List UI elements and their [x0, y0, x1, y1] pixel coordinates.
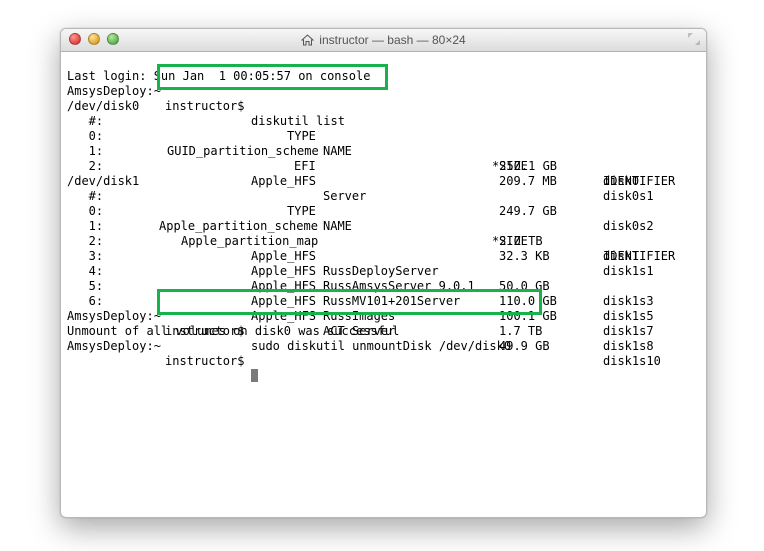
line-dev-disk0: /dev/disk0: [67, 84, 700, 99]
fullscreen-icon[interactable]: [688, 33, 700, 45]
line-unmount-result: Unmount of all volumes on disk0 was succ…: [67, 309, 700, 324]
window-title: instructor — bash — 80×24: [301, 33, 465, 47]
table-row: 1: EFI 209.7 MB disk0s1: [67, 129, 700, 144]
line-last-login: Last login: Sun Jan 1 00:05:57 on consol…: [67, 54, 700, 69]
minimize-icon[interactable]: [88, 33, 100, 45]
table-row: 0: Apple_partition_scheme *2.0 TB disk1: [67, 189, 700, 204]
cursor[interactable]: [251, 369, 258, 384]
table-row: 2: Apple_HFS RussDeployServer 50.0 GB di…: [67, 219, 700, 234]
table-row: 4: Apple_HFS RussMV101+201Server 100.1 G…: [67, 249, 700, 264]
table-row: 0: GUID_partition_scheme *250.1 GB disk0: [67, 114, 700, 129]
table-row: 6: Apple_HFS ACT Server 49.9 GB disk1s10: [67, 279, 700, 294]
titlebar[interactable]: instructor — bash — 80×24: [61, 29, 706, 52]
terminal-window: instructor — bash — 80×24 Last login: Su…: [60, 28, 707, 518]
table-header-disk1: #: TYPE NAME SIZE IDENTIFIER: [67, 174, 700, 189]
home-icon: [301, 34, 314, 46]
window-title-text: instructor — bash — 80×24: [319, 33, 465, 47]
line-dev-disk1: /dev/disk1: [67, 159, 700, 174]
terminal-output[interactable]: Last login: Sun Jan 1 00:05:57 on consol…: [61, 52, 706, 518]
command-2: sudo diskutil unmountDisk /dev/disk0: [251, 339, 511, 354]
zoom-icon[interactable]: [107, 33, 119, 45]
close-icon[interactable]: [69, 33, 81, 45]
window-controls: [69, 33, 119, 45]
table-row: 1: Apple_partition_map 32.3 KB disk1s1: [67, 204, 700, 219]
line-prompt-2: AmsysDeploy:~ instructor$ sudo diskutil …: [67, 294, 700, 309]
table-row: 2: Apple_HFS Server 249.7 GB disk0s2: [67, 144, 700, 159]
table-row: 5: Apple_HFS RussImages 1.7 TB disk1s8: [67, 264, 700, 279]
table-row: 3: Apple_HFS RussAmsysServer 9.0.1 110.0…: [67, 234, 700, 249]
table-header-disk0: #: TYPE NAME SIZE IDENTIFIER: [67, 99, 700, 114]
line-prompt-3: AmsysDeploy:~ instructor$: [67, 324, 700, 339]
line-prompt-1: AmsysDeploy:~ instructor$ diskutil list: [67, 69, 700, 84]
